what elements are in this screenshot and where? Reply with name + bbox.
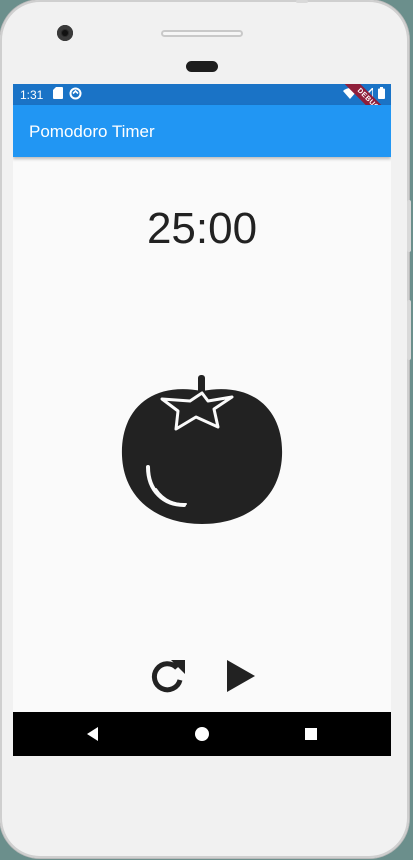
earpiece-speaker	[161, 30, 243, 37]
app-title: Pomodoro Timer	[29, 122, 155, 141]
volume-button	[407, 300, 411, 360]
power-button	[407, 200, 411, 252]
play-icon[interactable]	[219, 656, 259, 696]
status-time: 1:31	[20, 88, 44, 102]
refresh-icon[interactable]	[147, 656, 187, 696]
phone-frame: 1:31 DEBUG Pomodoro Timer 25:00	[0, 0, 411, 858]
timer-controls	[13, 656, 391, 696]
sd-card-icon	[53, 87, 63, 99]
status-bar: 1:31 DEBUG	[13, 84, 391, 136]
timer-display: 25:00	[146, 204, 258, 253]
proximity-sensor	[186, 61, 218, 72]
front-camera	[57, 25, 73, 41]
battery-icon	[378, 87, 385, 99]
tomato-icon	[121, 375, 283, 524]
top-button	[296, 0, 308, 3]
sync-icon	[69, 87, 82, 100]
back-icon[interactable]	[84, 725, 102, 743]
home-icon[interactable]	[193, 725, 211, 743]
recents-icon[interactable]	[302, 725, 320, 743]
app-bar: Pomodoro Timer	[13, 105, 391, 157]
device-screen: 1:31 DEBUG Pomodoro Timer 25:00	[13, 84, 391, 756]
navigation-bar	[13, 712, 391, 756]
